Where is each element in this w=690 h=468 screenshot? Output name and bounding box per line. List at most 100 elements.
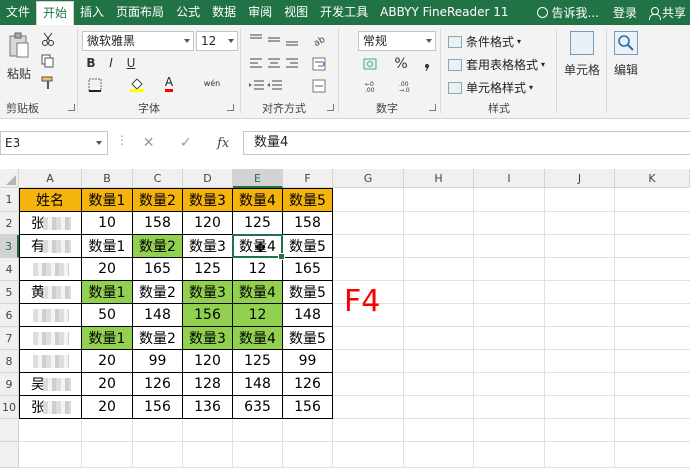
row-header-6[interactable]: 6: [0, 304, 19, 327]
cell-d7[interactable]: 数量3: [183, 327, 233, 350]
comma-style-icon[interactable]: [418, 55, 436, 73]
cell-e10[interactable]: 635: [233, 396, 283, 419]
insert-function-button[interactable]: fx: [217, 136, 229, 151]
vertical-align-icons[interactable]: [248, 31, 304, 49]
tab-developer[interactable]: 开发工具: [314, 0, 374, 25]
tab-abbyy[interactable]: ABBYY FineReader 11: [374, 0, 514, 25]
cell-c10[interactable]: 156: [133, 396, 183, 419]
column-header-e[interactable]: E: [233, 169, 283, 188]
font-name-combo[interactable]: 微软雅黑: [82, 31, 194, 51]
tab-home[interactable]: 开始: [36, 1, 75, 25]
percent-button[interactable]: %: [392, 55, 410, 73]
cell-c2[interactable]: 158: [133, 212, 183, 235]
cell-e9[interactable]: 148: [233, 373, 283, 396]
orientation-icon[interactable]: ab: [310, 31, 328, 49]
cell-c9[interactable]: 126: [133, 373, 183, 396]
horizontal-align-icons[interactable]: [248, 55, 304, 73]
tab-formulas[interactable]: 公式: [170, 0, 206, 25]
enter-icon[interactable]: ✓: [180, 135, 192, 151]
row-header-5[interactable]: 5: [0, 281, 19, 304]
login-button[interactable]: 登录: [605, 4, 645, 21]
tab-review[interactable]: 审阅: [242, 0, 278, 25]
cell-d5[interactable]: 数量3: [183, 281, 233, 304]
cell-styles-button[interactable]: 单元格样式 ▾: [448, 79, 533, 96]
cell-a10[interactable]: 张: [19, 396, 82, 419]
cell-d2[interactable]: 120: [183, 212, 233, 235]
cell-e5[interactable]: 数量4: [233, 281, 283, 304]
cell-c3[interactable]: 数量2: [133, 235, 183, 258]
cells-button[interactable]: [562, 31, 602, 58]
cell-c6[interactable]: 148: [133, 304, 183, 327]
row-header-11[interactable]: [0, 419, 19, 442]
cell-f2[interactable]: 158: [283, 212, 333, 235]
cell-c1[interactable]: 数量2: [133, 188, 183, 212]
cell-b8[interactable]: 20: [82, 350, 133, 373]
cell-b3[interactable]: 数量1: [82, 235, 133, 258]
cell-f4[interactable]: 165: [283, 258, 333, 281]
cell-a7[interactable]: [19, 327, 82, 350]
phonetic-button[interactable]: wén: [200, 73, 224, 93]
italic-button[interactable]: I: [104, 55, 118, 71]
cell-f10[interactable]: 156: [283, 396, 333, 419]
cell-c5[interactable]: 数量2: [133, 281, 183, 304]
cell-c8[interactable]: 99: [133, 350, 183, 373]
cell-a3[interactable]: 有: [19, 235, 82, 258]
tab-data[interactable]: 数据: [206, 0, 242, 25]
font-launcher-icon[interactable]: [227, 104, 234, 111]
tab-page-layout[interactable]: 页面布局: [110, 0, 170, 25]
cell-d3[interactable]: 数量3: [183, 235, 233, 258]
cell-f8[interactable]: 99: [283, 350, 333, 373]
cell-a6[interactable]: [19, 304, 82, 327]
column-header-g[interactable]: G: [333, 169, 404, 188]
cell-d1[interactable]: 数量3: [183, 188, 233, 212]
tab-file[interactable]: 文件: [0, 0, 36, 25]
cell-f7[interactable]: 数量5: [283, 327, 333, 350]
alignment-launcher-icon[interactable]: [327, 104, 334, 111]
copy-icon[interactable]: [40, 53, 56, 69]
column-header-c[interactable]: C: [133, 169, 183, 188]
cell-a4[interactable]: [19, 258, 82, 281]
row-header-8[interactable]: 8: [0, 350, 19, 373]
increase-decimal-icon[interactable]: ←0.00: [362, 77, 392, 95]
tab-insert[interactable]: 插入: [74, 0, 110, 25]
cell-f3[interactable]: 数量5: [283, 235, 333, 258]
cell-f6[interactable]: 148: [283, 304, 333, 327]
column-header-f[interactable]: F: [283, 169, 333, 188]
paste-button[interactable]: 粘贴: [4, 65, 34, 81]
font-size-combo[interactable]: 12: [196, 31, 238, 51]
bold-button[interactable]: B: [84, 55, 98, 71]
cell-d6[interactable]: 156: [183, 304, 233, 327]
row-header-2[interactable]: 2: [0, 212, 19, 235]
row-header-4[interactable]: 4: [0, 258, 19, 281]
tell-me-box[interactable]: 告诉我...: [531, 4, 605, 21]
cell-f9[interactable]: 126: [283, 373, 333, 396]
cell-e1[interactable]: 数量4: [233, 188, 283, 212]
cell-a8[interactable]: [19, 350, 82, 373]
cell-b6[interactable]: 50: [82, 304, 133, 327]
format-painter-icon[interactable]: [40, 75, 56, 91]
column-header-d[interactable]: D: [183, 169, 233, 188]
paste-icon[interactable]: [6, 31, 32, 61]
cell-b1[interactable]: 数量1: [82, 188, 133, 212]
number-format-combo[interactable]: 常规: [358, 31, 436, 51]
format-as-table-button[interactable]: 套用表格格式 ▾: [448, 56, 545, 73]
row-header-7[interactable]: 7: [0, 327, 19, 350]
cell-e7[interactable]: 数量4: [233, 327, 283, 350]
clipboard-launcher-icon[interactable]: [68, 104, 75, 111]
cell-b10[interactable]: 20: [82, 396, 133, 419]
editing-button[interactable]: [606, 31, 646, 58]
font-color-button[interactable]: A: [160, 75, 178, 93]
cell-c4[interactable]: 165: [133, 258, 183, 281]
cell-a9[interactable]: 吴: [19, 373, 82, 396]
row-header-10[interactable]: 10: [0, 396, 19, 419]
column-header-h[interactable]: H: [404, 169, 474, 188]
share-button[interactable]: 共享: [645, 4, 690, 21]
editing-button-label[interactable]: 编辑: [608, 61, 644, 77]
select-all-corner[interactable]: [0, 169, 19, 188]
cell-a1[interactable]: 姓名: [19, 188, 82, 212]
cell-a5[interactable]: 黄: [19, 281, 82, 304]
row-header-3[interactable]: 3: [0, 235, 19, 258]
cell-a2[interactable]: 张: [19, 212, 82, 235]
cut-icon[interactable]: [40, 31, 56, 47]
cancel-icon[interactable]: ✕: [143, 135, 155, 151]
